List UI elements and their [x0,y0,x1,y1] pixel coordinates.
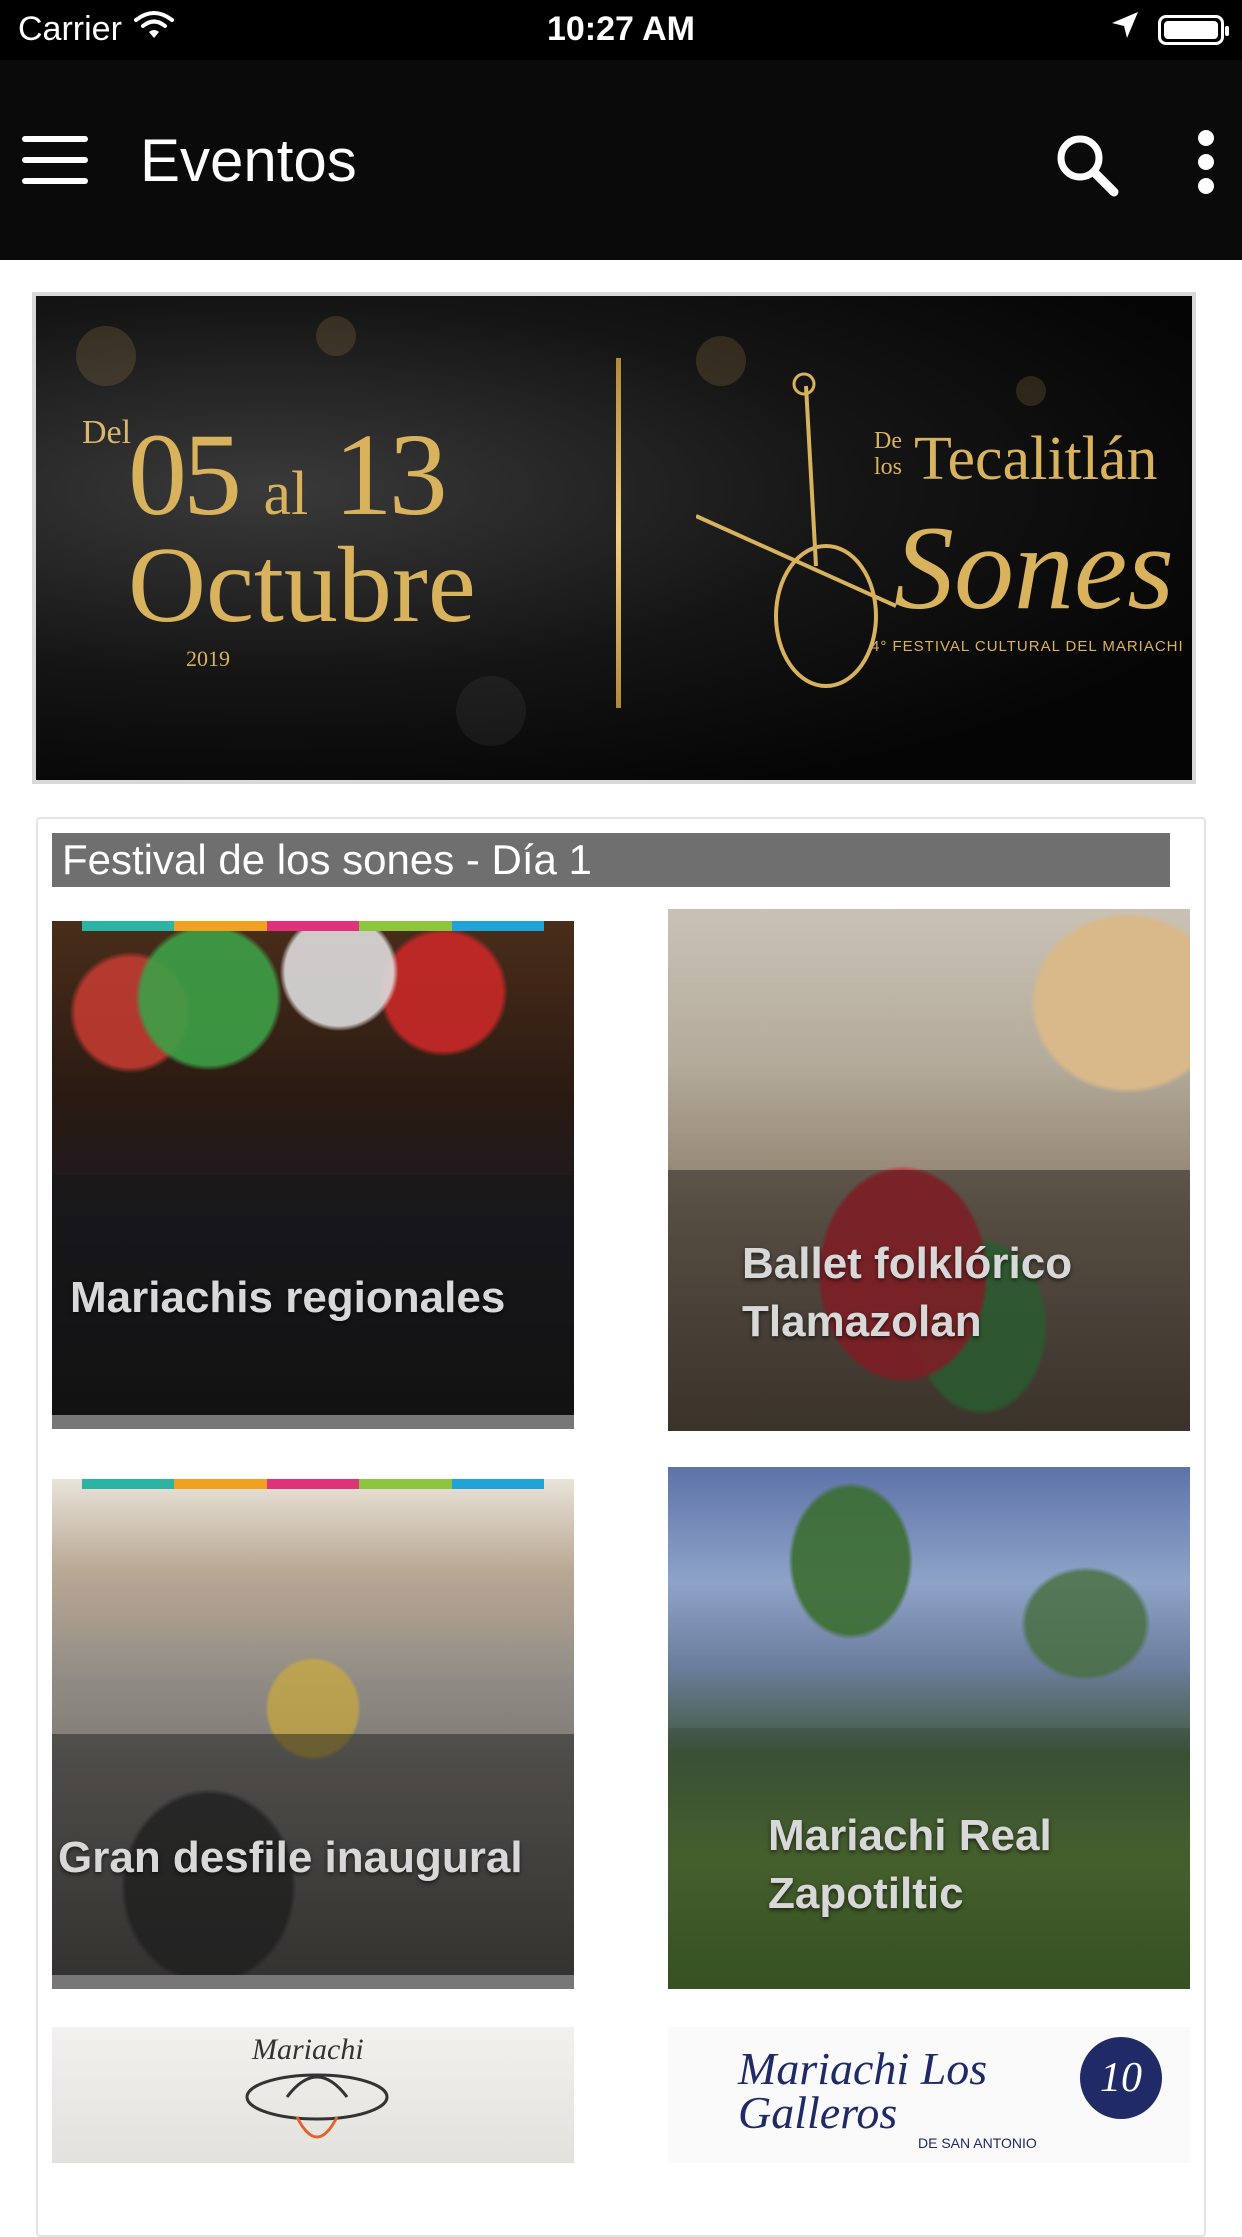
search-icon[interactable] [1052,130,1122,200]
banner-month: Octubre [128,526,476,645]
banner-logo-subtitle: 4° FESTIVAL CULTURAL DEL MARIACHI [871,638,1184,655]
banner-divider [616,358,621,708]
status-time: 10:27 AM [546,10,696,48]
event-day-card: Festival de los sones - Día 1 Mariachis … [36,817,1206,2237]
event-logo-subtitle: DE SAN ANTONIO [918,2135,1037,2151]
status-bar: Carrier 10:27 AM [0,0,1242,60]
banner-year: 2019 [186,646,230,671]
event-tile-mariachi-real-zapotiltic[interactable]: Mariachi Real Zapotiltic [668,1467,1190,1989]
banner-logo-small: De los [874,428,903,480]
festival-banner-image[interactable]: Del 05 al 13 Octubre 2019 De los Tecalit… [36,296,1192,780]
color-stripe [82,1479,545,1489]
event-label: Mariachi Real Zapotiltic [768,1811,1052,1918]
color-stripe [82,921,545,931]
anniversary-badge: 10 [1080,2037,1162,2119]
event-label: Gran desfile inaugural [58,1833,523,1882]
banner-logo-top: Tecalitlán [914,425,1158,493]
menu-icon[interactable] [22,136,88,184]
banner-dates: 05 al 13 [128,409,448,540]
page-title: Eventos [140,127,357,194]
battery-icon [1158,14,1229,45]
event-tile-mariachis-regionales[interactable]: Mariachis regionales [52,921,574,1429]
event-tile-mariachi[interactable]: Mariachi [52,2027,574,2163]
event-label: Mariachis regionales [70,1273,506,1322]
event-tile-ballet-folklorico[interactable]: Ballet folklórico Tlamazolan [668,909,1190,1431]
event-label: Ballet folklórico Tlamazolan [742,1239,1073,1346]
event-tile-gran-desfile[interactable]: Gran desfile inaugural [52,1479,574,1989]
banner-logo-main: Sones [894,501,1174,634]
event-logo-text: Mariachi Los Galleros [738,2043,988,2138]
battery-level [1164,20,1218,39]
violin-icon [696,372,897,688]
tile-bottom-bar [52,1415,574,1429]
banner-prefix: Del [82,414,132,451]
event-tile-mariachi-los-galleros[interactable]: Mariachi Los Galleros DE SAN ANTONIO 10 [668,2027,1190,2163]
app-bar: Eventos [0,60,1242,260]
location-arrow-icon [1110,10,1140,49]
tile-bottom-bar [52,1975,574,1989]
section-title: Festival de los sones - Día 1 [52,833,1170,887]
sombrero-icon [245,2073,389,2139]
more-vertical-icon[interactable] [1186,130,1226,200]
festival-banner: Del 05 al 13 Octubre 2019 De los Tecalit… [32,292,1196,784]
